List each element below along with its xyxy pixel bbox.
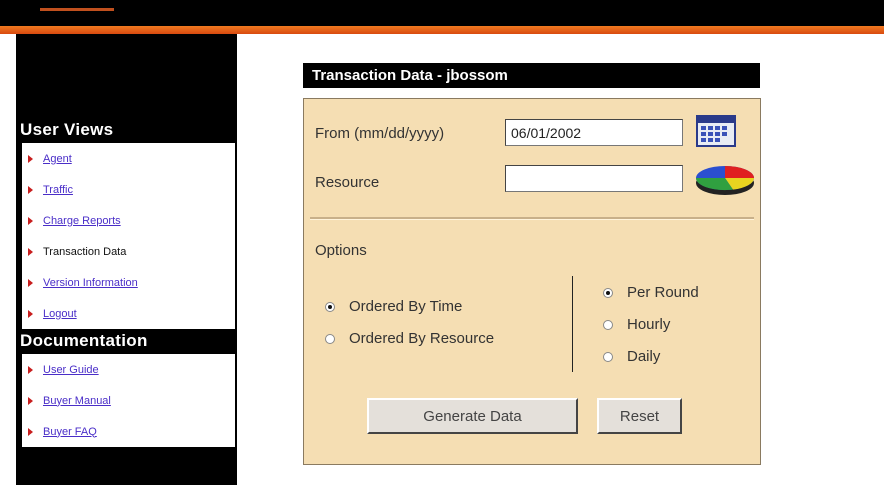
radio-button-selected[interactable] — [603, 287, 613, 298]
reset-button[interactable]: Reset — [597, 398, 682, 434]
red-triangle-bullet-icon — [28, 427, 33, 436]
panel-title: Transaction Data - jbossom — [303, 63, 760, 88]
red-triangle-bullet-icon — [28, 247, 33, 256]
top-tab-accent — [40, 8, 114, 11]
sidebar-link-buyer-faq[interactable]: Buyer FAQ — [43, 426, 97, 438]
generate-data-button[interactable]: Generate Data — [367, 398, 578, 434]
sidebar-item-version-information[interactable]: Version Information — [22, 267, 235, 298]
red-triangle-bullet-icon — [28, 154, 33, 163]
sidebar-link-charge-reports[interactable]: Charge Reports — [43, 215, 121, 227]
sidebar-item-traffic[interactable]: Traffic — [22, 174, 235, 205]
red-triangle-bullet-icon — [28, 185, 33, 194]
red-triangle-bullet-icon — [28, 216, 33, 225]
top-bar — [0, 0, 884, 26]
red-triangle-bullet-icon — [28, 278, 33, 287]
sidebar-link-logout[interactable]: Logout — [43, 308, 77, 320]
sidebar-item-charge-reports[interactable]: Charge Reports — [22, 205, 235, 236]
transaction-form-panel: From (mm/dd/yyyy) Resource — [303, 98, 761, 465]
radio-label-hourly: Hourly — [627, 316, 671, 333]
sidebar-link-buyer-manual[interactable]: Buyer Manual — [43, 395, 111, 407]
red-triangle-bullet-icon — [28, 396, 33, 405]
left-edge — [0, 34, 16, 485]
radio-button-selected[interactable] — [325, 301, 335, 312]
from-date-label: From (mm/dd/yyyy) — [315, 125, 445, 142]
sidebar-link-traffic[interactable]: Traffic — [43, 184, 73, 196]
from-date-input[interactable] — [505, 119, 683, 146]
sidebar-item-buyer-faq[interactable]: Buyer FAQ — [22, 416, 235, 447]
sidebar-item-transaction-data: Transaction Data — [22, 236, 235, 267]
radio-ordered-by-resource[interactable]: Ordered By Resource — [325, 330, 494, 347]
pie-chart-icon[interactable] — [693, 163, 757, 202]
sidebar-item-buyer-manual[interactable]: Buyer Manual — [22, 385, 235, 416]
radio-label-per-round: Per Round — [627, 284, 699, 301]
documentation-title: Documentation — [20, 331, 148, 350]
resource-input[interactable] — [505, 165, 683, 192]
radio-label-ordered-by-time: Ordered By Time — [349, 298, 463, 315]
radio-button[interactable] — [325, 333, 335, 344]
radio-per-round[interactable]: Per Round — [603, 284, 699, 301]
sidebar-link-agent[interactable]: Agent — [43, 153, 72, 165]
radio-ordered-by-time[interactable]: Ordered By Time — [325, 298, 462, 315]
form-divider — [310, 217, 754, 220]
options-vertical-divider — [572, 276, 573, 372]
options-label: Options — [315, 242, 367, 259]
main-content: Transaction Data - jbossom From (mm/dd/y… — [237, 34, 884, 485]
sidebar-item-agent[interactable]: Agent — [22, 143, 235, 174]
orange-stripe — [0, 26, 884, 34]
sidebar: User Views Agent Traffic Charge Reports … — [16, 34, 237, 485]
radio-daily[interactable]: Daily — [603, 348, 660, 365]
sidebar-link-user-guide[interactable]: User Guide — [43, 364, 99, 376]
sidebar-current-transaction-data: Transaction Data — [43, 245, 127, 258]
sidebar-item-logout[interactable]: Logout — [22, 298, 235, 329]
sidebar-item-user-guide[interactable]: User Guide — [22, 354, 235, 385]
red-triangle-bullet-icon — [28, 365, 33, 374]
radio-label-daily: Daily — [627, 348, 661, 365]
documentation-menu: User Guide Buyer Manual Buyer FAQ — [22, 354, 235, 447]
radio-button[interactable] — [603, 319, 613, 330]
user-views-menu: Agent Traffic Charge Reports Transaction… — [22, 143, 235, 329]
radio-button[interactable] — [603, 351, 613, 362]
resource-label: Resource — [315, 174, 380, 191]
user-views-title: User Views — [20, 120, 114, 139]
red-triangle-bullet-icon — [28, 309, 33, 318]
sidebar-link-version-information[interactable]: Version Information — [43, 277, 138, 289]
radio-label-ordered-by-resource: Ordered By Resource — [349, 330, 495, 347]
radio-hourly[interactable]: Hourly — [603, 316, 670, 333]
calendar-icon[interactable] — [696, 115, 736, 152]
